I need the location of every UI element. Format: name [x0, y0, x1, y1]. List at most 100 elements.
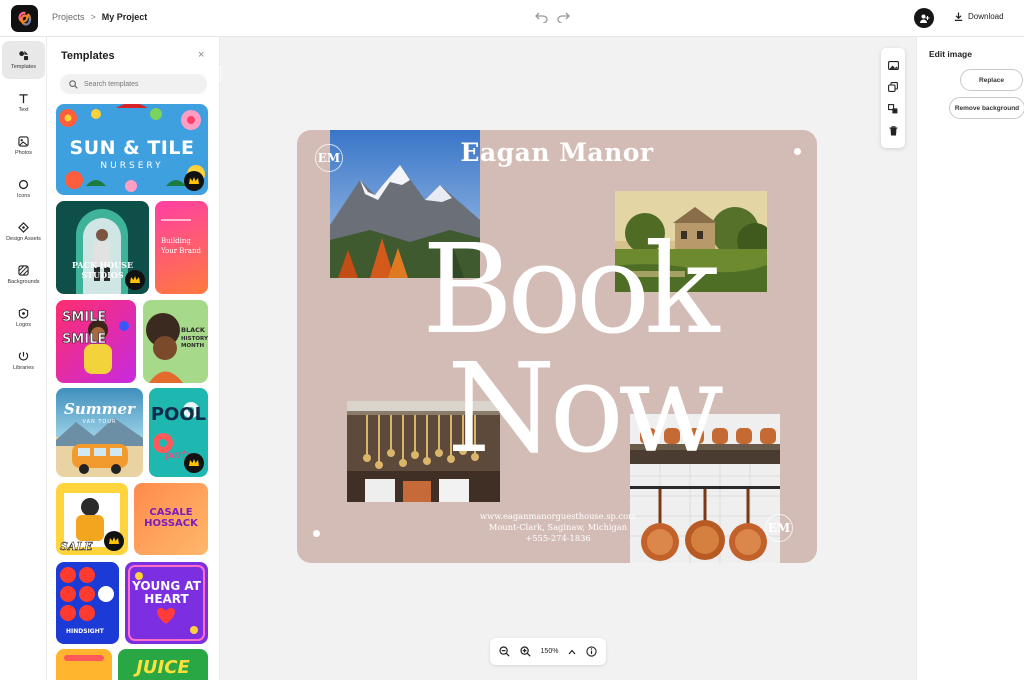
template-card[interactable]: SMILE SMILE [56, 300, 136, 383]
rail-item-text[interactable]: Text [2, 84, 45, 122]
template-card[interactable]: PACK HOUSE STUDIOS [56, 201, 149, 294]
template-card[interactable]: HINDSIGHT [56, 562, 119, 644]
template-artwork [64, 655, 104, 661]
template-card[interactable]: JUICE [118, 649, 208, 680]
template-heading: JUICE [136, 657, 190, 678]
duplicate-icon[interactable] [887, 81, 899, 93]
artboard[interactable]: Eagan Manor EM EM Book Now www.eaganmano… [297, 130, 817, 563]
zoom-in-icon[interactable] [520, 646, 531, 657]
logos-icon [18, 308, 29, 319]
template-card[interactable]: Summer VAN TOUR [56, 388, 143, 477]
app-logo-icon [18, 11, 32, 26]
properties-panel: Edit image Replace Remove background [916, 37, 1024, 680]
search-placeholder: Search templates [84, 80, 139, 88]
address-text: Mount-Clark, Saginaw, Michigan [488, 522, 628, 532]
premium-badge [125, 270, 145, 290]
rail-label: Text [18, 107, 29, 113]
template-heading: HINDSIGHT [66, 628, 104, 635]
headline-word-2[interactable]: Now [447, 347, 724, 471]
trash-icon[interactable] [887, 125, 899, 137]
rail-item-libraries[interactable]: Libraries [2, 342, 45, 380]
template-card[interactable]: SUN & TILE NURSERY [56, 104, 208, 195]
panel-title: Templates [61, 50, 115, 62]
rail-label: Icons [16, 193, 31, 199]
app-logo[interactable] [11, 5, 38, 32]
monogram-top[interactable]: EM [315, 144, 343, 172]
templates-icon [19, 50, 29, 61]
template-heading: SUN & TILE [69, 137, 195, 159]
breadcrumb-current[interactable]: My Project [102, 12, 148, 22]
chevron-up-icon[interactable] [568, 649, 576, 655]
search-icon [69, 79, 78, 89]
rail-label: Photos [14, 150, 33, 156]
rail-item-logos[interactable]: Logos [2, 299, 45, 337]
template-card[interactable]: YOUNG AT HEART [125, 562, 208, 644]
template-heading: Summer [64, 400, 135, 418]
left-rail: Templates Text Photos Icons Design Asset… [0, 37, 47, 680]
rail-label: Backgrounds [7, 279, 40, 285]
download-button[interactable]: Download [954, 12, 1004, 21]
photos-icon [18, 136, 29, 147]
backgrounds-icon [18, 265, 29, 276]
headline-word-1[interactable]: Book [422, 228, 720, 352]
template-card[interactable]: CASALE HOSSACK [134, 483, 208, 555]
image-toolbar [881, 48, 905, 148]
template-heading: Building [161, 237, 191, 245]
template-heading: BLACK [181, 326, 205, 334]
arrange-icon[interactable] [887, 103, 899, 115]
template-subheading: Your Brand [161, 247, 201, 255]
shapes-icon [18, 179, 29, 190]
download-icon [954, 12, 963, 21]
template-subheading: HEART [144, 592, 189, 606]
redo-icon[interactable] [556, 10, 570, 24]
zoom-level[interactable]: 150% [541, 648, 559, 655]
close-icon[interactable]: × [198, 49, 204, 61]
breadcrumb: Projects > My Project [52, 12, 147, 22]
divider [161, 219, 191, 221]
crown-icon [189, 459, 199, 466]
monogram-bottom[interactable]: EM [765, 514, 793, 542]
template-card[interactable] [56, 649, 112, 680]
libraries-icon [18, 351, 29, 361]
rail-label: Templates [10, 64, 37, 70]
zoom-controls: 150% [490, 638, 606, 665]
template-subheading: SMILE [62, 332, 107, 348]
rail-item-backgrounds[interactable]: Backgrounds [2, 256, 45, 294]
template-card[interactable]: SALE [56, 483, 128, 555]
template-heading: PACK HOUSE [71, 260, 134, 270]
template-card[interactable]: POOL party [149, 388, 208, 477]
search-input[interactable]: Search templates [60, 74, 207, 94]
text-icon [19, 94, 28, 104]
decor-dot [794, 148, 801, 155]
replace-button[interactable]: Replace [960, 69, 1023, 91]
remove-background-button[interactable]: Remove background [949, 97, 1024, 119]
rail-item-photos[interactable]: Photos [2, 127, 45, 165]
info-icon[interactable] [586, 646, 597, 657]
user-add-icon [919, 14, 929, 23]
artboard-title[interactable]: Eagan Manor [457, 138, 657, 167]
template-card[interactable]: Building Your Brand [155, 201, 208, 294]
rail-item-icons[interactable]: Icons [2, 170, 45, 208]
image-icon[interactable] [887, 59, 899, 71]
decor-dot [313, 530, 320, 537]
template-card[interactable]: BLACK HISTORY MONTH [143, 300, 208, 383]
premium-badge [104, 531, 124, 551]
design-assets-icon [18, 222, 29, 233]
template-subheading: HISTORY MONTH [181, 336, 208, 349]
top-bar: Projects > My Project Download [0, 0, 1024, 37]
rail-item-design-assets[interactable]: Design Assets [2, 213, 45, 251]
template-subheading: VAN TOUR [82, 419, 117, 425]
undo-icon[interactable] [534, 10, 548, 24]
rail-label: Libraries [12, 365, 35, 371]
crown-icon [189, 177, 199, 184]
rail-label: Logos [16, 322, 31, 328]
user-avatar[interactable] [914, 8, 934, 28]
contact-block[interactable]: www.eaganmanorguesthouse.sp.com Mount-Cl… [473, 511, 643, 544]
download-label: Download [968, 12, 1004, 21]
breadcrumb-projects[interactable]: Projects [52, 12, 85, 22]
rail-item-templates[interactable]: Templates [2, 41, 45, 79]
history-controls [534, 10, 570, 24]
zoom-out-icon[interactable] [499, 646, 510, 657]
website-text: www.eaganmanorguesthouse.sp.com [480, 511, 636, 521]
crown-icon [130, 276, 140, 283]
